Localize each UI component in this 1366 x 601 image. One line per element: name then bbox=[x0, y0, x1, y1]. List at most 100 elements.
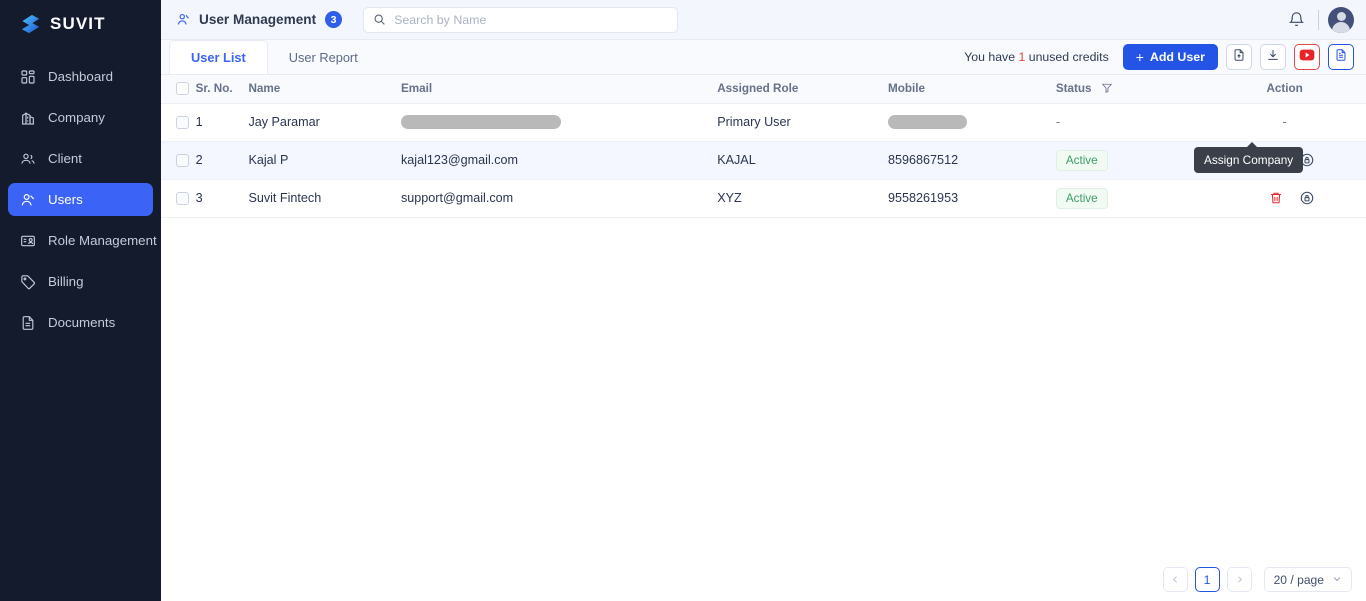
row-select-cell bbox=[161, 141, 196, 180]
app-root: SUVIT Dashboard Company Client Users Rol… bbox=[0, 0, 1366, 601]
tooltip-text: Assign Company bbox=[1204, 153, 1294, 167]
id-card-icon bbox=[19, 232, 37, 250]
youtube-help-button[interactable] bbox=[1294, 44, 1320, 70]
row-select-cell bbox=[161, 103, 196, 142]
sidebar-nav: Dashboard Company Client Users Role Mana… bbox=[0, 56, 161, 343]
sidebar-item-company[interactable]: Company bbox=[8, 101, 153, 134]
avatar[interactable] bbox=[1328, 6, 1354, 33]
sidebar-item-label: Role Management bbox=[48, 233, 157, 248]
page-title: User Management bbox=[199, 12, 317, 27]
tab-user-list[interactable]: User List bbox=[169, 40, 268, 74]
table-head: Sr. No. Name Email Assigned Role Mobile … bbox=[161, 75, 1366, 104]
cell-mobile bbox=[888, 103, 1056, 142]
assign-company-tooltip: Assign Company bbox=[1194, 142, 1304, 173]
user-plus-icon bbox=[19, 191, 37, 209]
download-button[interactable] bbox=[1260, 44, 1286, 70]
tabs-toolbar: User List User Report You have 1 unused … bbox=[161, 40, 1366, 75]
plus-icon: + bbox=[1135, 49, 1144, 65]
status-value: - bbox=[1055, 115, 1061, 129]
building-icon bbox=[19, 109, 37, 127]
brand-name: SUVIT bbox=[50, 14, 106, 33]
sidebar-item-client[interactable]: Client bbox=[8, 142, 153, 175]
table-header-row: Sr. No. Name Email Assigned Role Mobile … bbox=[161, 75, 1366, 104]
assign-company-button[interactable] bbox=[1296, 187, 1318, 209]
sidebar-item-billing[interactable]: Billing bbox=[8, 265, 153, 298]
header-mobile: Mobile bbox=[888, 75, 1056, 104]
row-checkbox[interactable] bbox=[176, 191, 189, 205]
tab-user-report[interactable]: User Report bbox=[268, 40, 379, 74]
brand-logo[interactable]: SUVIT bbox=[0, 4, 161, 44]
cell-assigned-role: XYZ bbox=[717, 179, 889, 218]
cell-email: kajal123@gmail.com bbox=[400, 141, 718, 180]
row-checkbox[interactable] bbox=[176, 153, 189, 167]
tab-label: User Report bbox=[288, 49, 358, 65]
action-value: - bbox=[1282, 115, 1287, 129]
sidebar-item-label: Billing bbox=[48, 274, 84, 289]
sidebar-item-users[interactable]: Users bbox=[8, 183, 153, 216]
credits-prefix: You have bbox=[964, 50, 1016, 64]
header-email: Email bbox=[400, 75, 718, 104]
cell-status: - bbox=[1055, 103, 1204, 142]
file-text-icon bbox=[1334, 48, 1348, 67]
cell-mobile: 8596867512 bbox=[888, 141, 1056, 180]
sidebar-item-label: Client bbox=[48, 151, 82, 166]
header-assigned-role: Assigned Role bbox=[717, 75, 889, 104]
select-all-checkbox[interactable] bbox=[176, 82, 189, 96]
sidebar-item-label: Company bbox=[48, 110, 105, 125]
redacted-email bbox=[400, 115, 561, 129]
cell-action bbox=[1203, 179, 1366, 218]
row-checkbox[interactable] bbox=[176, 115, 189, 129]
credits-count: 1 bbox=[1018, 50, 1026, 64]
report-doc-button[interactable] bbox=[1328, 44, 1354, 70]
prev-page-button[interactable] bbox=[1162, 567, 1188, 592]
cell-status: Active bbox=[1055, 141, 1204, 180]
user-count-badge: 3 bbox=[325, 11, 343, 28]
page-title-group: User Management 3 bbox=[175, 11, 343, 28]
filter-icon[interactable] bbox=[1101, 82, 1113, 94]
cell-mobile: 9558261953 bbox=[888, 179, 1056, 218]
cell-name: Jay Paramar bbox=[248, 103, 401, 142]
table-row[interactable]: 1 Jay Paramar Primary User - - bbox=[161, 103, 1366, 142]
tag-icon bbox=[19, 273, 37, 291]
cell-action: - bbox=[1203, 103, 1366, 142]
next-page-button[interactable] bbox=[1226, 567, 1252, 592]
toolbar: You have 1 unused credits + Add User bbox=[964, 44, 1366, 74]
header-name: Name bbox=[248, 75, 401, 104]
header-action: Action bbox=[1203, 75, 1366, 104]
header-status-label: Status bbox=[1055, 82, 1092, 96]
avatar-body bbox=[1332, 21, 1350, 33]
chevron-down-icon bbox=[1332, 573, 1342, 587]
table-body: 1 Jay Paramar Primary User - - 2 Kajal P… bbox=[161, 103, 1366, 218]
row-actions bbox=[1203, 187, 1366, 209]
upload-file-button[interactable] bbox=[1226, 44, 1252, 70]
search-input[interactable] bbox=[394, 12, 669, 27]
cell-email bbox=[400, 103, 718, 142]
add-user-button[interactable]: + Add User bbox=[1122, 44, 1218, 70]
cell-name: Kajal P bbox=[248, 141, 401, 180]
cell-email: support@gmail.com bbox=[400, 179, 718, 218]
topbar: User Management 3 bbox=[161, 0, 1366, 40]
page-1-button[interactable]: 1 bbox=[1194, 567, 1220, 592]
bell-icon[interactable] bbox=[1283, 7, 1309, 33]
avatar-head bbox=[1336, 11, 1346, 21]
sidebar-item-documents[interactable]: Documents bbox=[8, 306, 153, 339]
cell-status: Active bbox=[1055, 179, 1204, 218]
table-row[interactable]: 3 Suvit Fintech support@gmail.com XYZ 95… bbox=[161, 179, 1366, 218]
user-table-container: Sr. No. Name Email Assigned Role Mobile … bbox=[161, 75, 1366, 601]
status-badge: Active bbox=[1055, 149, 1108, 171]
file-upload-icon bbox=[1232, 48, 1246, 67]
topbar-actions bbox=[1283, 6, 1354, 33]
per-page-select[interactable]: 20 / page bbox=[1263, 567, 1352, 592]
main-content: User Management 3 Search by Name User Li… bbox=[161, 0, 1366, 601]
header-sr-no: Sr. No. bbox=[195, 75, 249, 104]
cell-assigned-role: KAJAL bbox=[717, 141, 889, 180]
cell-sr-no: 3 bbox=[195, 179, 249, 218]
sidebar-item-role-management[interactable]: Role Management bbox=[8, 224, 157, 257]
delete-button[interactable] bbox=[1265, 187, 1287, 209]
table-row[interactable]: 2 Kajal P kajal123@gmail.com KAJAL 85968… bbox=[161, 141, 1366, 180]
redacted-mobile bbox=[888, 115, 968, 129]
search-box[interactable] bbox=[363, 6, 679, 33]
header-status: Status bbox=[1055, 75, 1204, 104]
sidebar-item-dashboard[interactable]: Dashboard bbox=[8, 60, 153, 93]
sidebar: SUVIT Dashboard Company Client Users Rol… bbox=[0, 0, 161, 601]
